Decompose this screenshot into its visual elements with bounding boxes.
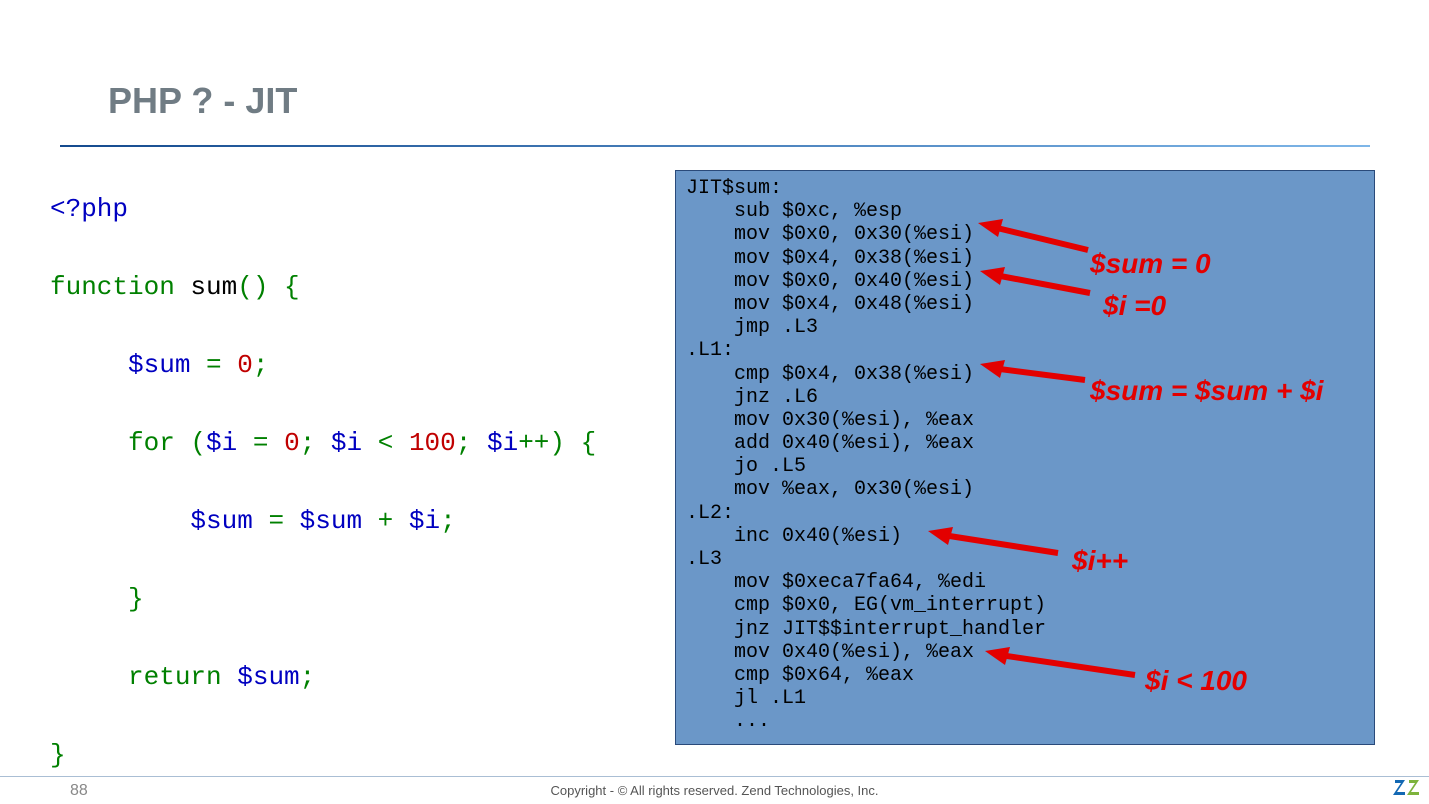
annotation-i-lt-100: $i < 100	[1145, 665, 1247, 697]
code-token: +	[362, 506, 409, 536]
copyright-text: Copyright - © All rights reserved. Zend …	[551, 783, 879, 798]
arrow-icon	[985, 645, 1145, 685]
code-token: ++) {	[518, 428, 596, 458]
code-token: ;	[300, 662, 316, 692]
zend-logo-icon	[1393, 778, 1421, 800]
code-token: ;	[253, 350, 269, 380]
annotation-sum-plus-i: $sum = $sum + $i	[1090, 375, 1323, 407]
code-token: $i	[409, 506, 440, 536]
code-token: sum	[175, 272, 237, 302]
slide-number: 88	[70, 782, 88, 800]
annotation-i-zero: $i =0	[1103, 290, 1166, 322]
arrow-icon	[980, 265, 1100, 300]
annotation-sum-zero: $sum = 0	[1090, 248, 1211, 280]
code-token: $sum	[50, 350, 190, 380]
code-token: 0	[237, 350, 253, 380]
code-token: $i	[206, 428, 237, 458]
title-divider	[60, 145, 1370, 147]
code-token: $sum	[222, 662, 300, 692]
code-token: }	[50, 740, 66, 770]
code-token: return	[50, 662, 222, 692]
code-token: }	[50, 584, 144, 614]
code-token: ;	[456, 428, 487, 458]
arrow-icon	[978, 215, 1098, 255]
code-token: =	[190, 350, 237, 380]
slide: PHP ? - JIT <?php function sum() { $sum …	[0, 0, 1429, 804]
slide-title: PHP ? - JIT	[108, 80, 297, 122]
php-code-block: <?php function sum() { $sum = 0; for ($i…	[50, 190, 596, 775]
footer: 88 Copyright - © All rights reserved. Ze…	[0, 776, 1429, 804]
code-token: ;	[440, 506, 456, 536]
code-token: for	[50, 428, 175, 458]
code-token: =	[253, 506, 300, 536]
code-token: 100	[409, 428, 456, 458]
code-token: () {	[237, 272, 299, 302]
arrow-icon	[980, 358, 1090, 388]
code-token: 0	[284, 428, 300, 458]
code-token: function	[50, 272, 175, 302]
code-token: $sum	[50, 506, 253, 536]
code-token: <?php	[50, 194, 128, 224]
annotation-i-inc: $i++	[1072, 545, 1128, 577]
code-token: ;	[300, 428, 331, 458]
code-token: <	[362, 428, 409, 458]
code-token: (	[175, 428, 206, 458]
code-token: $sum	[300, 506, 362, 536]
code-token: $i	[487, 428, 518, 458]
code-token: =	[237, 428, 284, 458]
arrow-icon	[928, 525, 1068, 560]
code-token: $i	[331, 428, 362, 458]
